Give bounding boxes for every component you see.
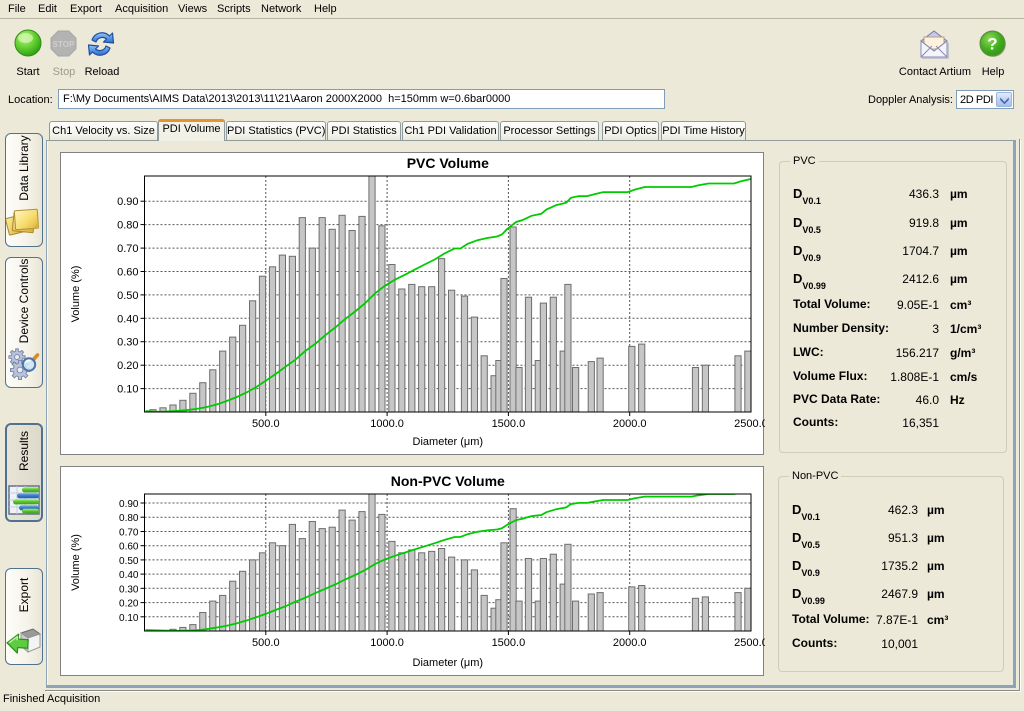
- svg-text:0.40: 0.40: [117, 313, 138, 325]
- svg-text:0.50: 0.50: [117, 290, 138, 302]
- svg-text:0.20: 0.20: [117, 360, 138, 372]
- svg-text:1000.0: 1000.0: [370, 637, 404, 649]
- svg-text:2500.0: 2500.0: [734, 637, 765, 649]
- svg-text:0.90: 0.90: [119, 499, 139, 510]
- svg-text:0.80: 0.80: [117, 220, 138, 232]
- svg-text:?: ?: [987, 35, 997, 54]
- svg-text:0.30: 0.30: [117, 337, 138, 349]
- svg-text:2000.0: 2000.0: [613, 637, 647, 649]
- svg-text:1500.0: 1500.0: [492, 637, 526, 649]
- svg-text:0.60: 0.60: [117, 267, 138, 279]
- svg-text:1000.0: 1000.0: [370, 418, 404, 430]
- svg-text:Volume (%): Volume (%): [70, 534, 82, 591]
- svg-text:0.70: 0.70: [117, 243, 138, 255]
- svg-text:Diameter (μm): Diameter (μm): [413, 436, 484, 448]
- svg-text:0.90: 0.90: [117, 196, 138, 208]
- svg-text:0.80: 0.80: [119, 513, 139, 524]
- svg-text:500.0: 500.0: [252, 637, 280, 649]
- svg-text:PVC Volume: PVC Volume: [407, 155, 489, 171]
- svg-text:0.10: 0.10: [117, 384, 138, 396]
- svg-text:2000.0: 2000.0: [613, 418, 647, 430]
- svg-text:0.50: 0.50: [119, 556, 139, 567]
- svg-text:STOP: STOP: [53, 40, 75, 49]
- svg-text:500.0: 500.0: [252, 418, 280, 430]
- svg-text:0.60: 0.60: [119, 542, 139, 553]
- svg-text:1500.0: 1500.0: [492, 418, 526, 430]
- svg-text:0.30: 0.30: [119, 584, 139, 595]
- svg-text:2500.0: 2500.0: [734, 418, 765, 430]
- svg-text:Diameter (μm): Diameter (μm): [413, 657, 484, 669]
- svg-text:0.40: 0.40: [119, 570, 139, 581]
- svg-text:0.20: 0.20: [119, 599, 139, 610]
- svg-text:0.70: 0.70: [119, 528, 139, 539]
- svg-text:Volume (%): Volume (%): [70, 266, 82, 323]
- svg-text:Non-PVC Volume: Non-PVC Volume: [391, 473, 505, 489]
- svg-text:0.10: 0.10: [119, 613, 139, 624]
